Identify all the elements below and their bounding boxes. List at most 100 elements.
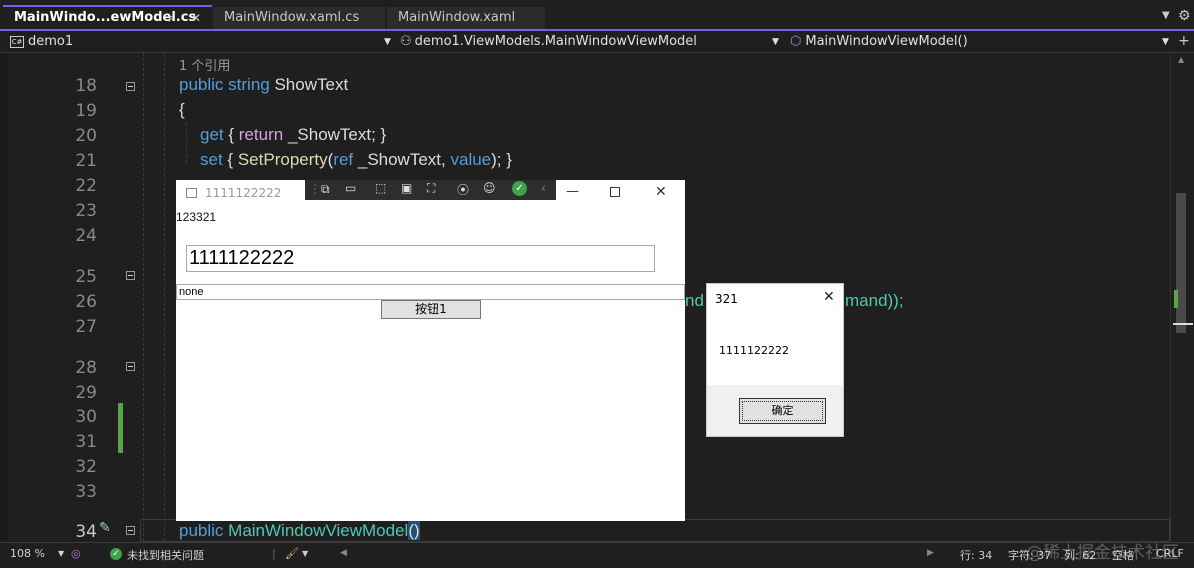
app-icon xyxy=(186,188,197,198)
record-icon[interactable]: ▭ xyxy=(345,181,356,195)
line-number: 28 xyxy=(75,358,97,378)
pin-icon[interactable]: ⊧ xyxy=(168,7,174,29)
tab-mainwindowviewmodel[interactable]: MainWindo...ewModel.cs ⊧ ✕ xyxy=(3,5,212,29)
code-line-19[interactable]: { xyxy=(179,100,185,120)
chevron-down-icon: ▼ xyxy=(772,37,779,47)
check-icon[interactable]: ✓ xyxy=(512,181,527,196)
tab-dropdown-icon[interactable]: ▼ xyxy=(1162,10,1170,21)
messagebox-text: 1111122222 xyxy=(719,344,789,357)
close-icon[interactable]: ✕ xyxy=(823,289,835,305)
top-label: 123321 xyxy=(176,210,217,224)
tab-mainwindow-xaml-cs[interactable]: MainWindow.xaml.cs xyxy=(213,7,385,29)
minimize-icon[interactable]: — xyxy=(566,184,579,199)
collapse-icon[interactable] xyxy=(126,526,135,535)
method-icon: ⬡ xyxy=(790,34,802,49)
line-number: 20 xyxy=(75,126,97,146)
maximize-icon[interactable] xyxy=(610,187,620,197)
collapse-icon[interactable] xyxy=(126,271,135,280)
code-fragment[interactable]: mand)); xyxy=(845,291,904,311)
code-line-34[interactable]: public MainWindowViewModel() xyxy=(179,521,420,541)
tab-mainwindow-xaml[interactable]: MainWindow.xaml xyxy=(387,7,545,29)
left-margin xyxy=(0,53,8,541)
collapse-icon[interactable] xyxy=(126,82,135,91)
line-number: 22 xyxy=(75,176,97,196)
chevron-down-icon: ▼ xyxy=(1162,37,1169,47)
message-box[interactable]: 321 ✕ 1111122222 确定 xyxy=(706,283,844,437)
chevron-down-icon[interactable]: ▼ xyxy=(58,549,64,558)
accessibility-icon[interactable]: ☺ xyxy=(483,181,496,195)
button-1[interactable]: 按钮1 xyxy=(381,300,481,319)
split-editor-icon[interactable]: + xyxy=(1178,33,1190,49)
scroll-right-icon[interactable]: ▶ xyxy=(927,548,934,558)
code-line-20[interactable]: get { return _ShowText; } xyxy=(200,125,386,145)
line-number: 31 xyxy=(75,432,97,452)
line-number: 32 xyxy=(75,457,97,477)
caret-marker xyxy=(1173,323,1193,325)
messagebox-title: 321 xyxy=(715,292,738,306)
collapse-toolbar-icon[interactable]: ‹ xyxy=(541,181,546,195)
collapse-icon[interactable] xyxy=(126,362,135,371)
live-tree-icon[interactable]: ⧉ xyxy=(321,182,330,197)
line-number-current: 34 xyxy=(75,522,97,542)
binding-failures-icon[interactable]: ⦿ xyxy=(457,181,469,198)
ok-button[interactable]: 确定 xyxy=(739,398,826,424)
status-bar: 108 % ▼ ◎ ✓ 未找到相关问题 | 🖌 ▼ ◀ ▶ 行: 34 字符: … xyxy=(0,542,1194,568)
grip-icon[interactable]: ⋮ xyxy=(309,182,321,196)
line-number: 25 xyxy=(75,267,97,287)
scroll-up-icon[interactable]: ▲ xyxy=(1178,55,1184,64)
line-indicator[interactable]: 行: 34 xyxy=(960,547,992,563)
close-icon[interactable]: ✕ xyxy=(191,7,201,29)
indent-guide xyxy=(143,53,144,541)
change-marker xyxy=(1174,290,1178,308)
watermark: @稀土掘金技术社区 xyxy=(1026,543,1179,563)
divider: | xyxy=(272,547,276,560)
line-number: 23 xyxy=(75,201,97,221)
line-number: 27 xyxy=(75,317,97,337)
indent-guide xyxy=(164,53,165,541)
document-tab-bar: MainWindo...ewModel.cs ⊧ ✕ MainWindow.xa… xyxy=(0,0,1194,31)
wpf-app-window[interactable]: 1111122222 ⋮ ⧉ ▭ ⬚ ▣ ⛶ ⦿ ☺ ✓ ‹ — ✕ 12332… xyxy=(176,180,685,521)
class-icon: ⚇ xyxy=(400,34,412,49)
brush-icon[interactable]: 🖌 xyxy=(285,547,299,560)
code-fragment[interactable]: nd xyxy=(685,291,704,311)
code-line-18[interactable]: public string ShowText xyxy=(179,75,348,95)
window-title: 1111122222 xyxy=(205,186,282,200)
change-bar xyxy=(118,403,123,453)
reference-hint[interactable]: 1 个引用 xyxy=(179,55,230,74)
line-number: 30 xyxy=(75,407,97,427)
member-label: MainWindowViewModel() xyxy=(805,34,968,49)
code-line-21[interactable]: set { SetProperty(ref _ShowText, value);… xyxy=(200,150,512,170)
chevron-down-icon[interactable]: ▼ xyxy=(302,549,308,558)
track-focus-icon[interactable]: ⛶ xyxy=(427,181,435,196)
line-number: 21 xyxy=(75,151,97,171)
main-textbox[interactable]: 1111122222 xyxy=(186,245,655,272)
line-number: 33 xyxy=(75,482,97,502)
project-label: demo1 xyxy=(28,34,74,49)
project-dropdown[interactable]: C# demo1 ▼ xyxy=(10,33,394,51)
line-number: 24 xyxy=(75,226,97,246)
line-number: 26 xyxy=(75,292,97,312)
close-icon[interactable]: ✕ xyxy=(655,184,667,200)
chevron-down-icon: ▼ xyxy=(384,37,391,47)
window-titlebar[interactable]: 1111122222 ⋮ ⧉ ▭ ⬚ ▣ ⛶ ⦿ ☺ ✓ ‹ — ✕ xyxy=(176,180,685,207)
csharp-project-icon: C# xyxy=(10,35,24,48)
member-dropdown[interactable]: ⬡ MainWindowViewModel() ▼ xyxy=(790,33,1174,51)
zoom-level[interactable]: 108 % xyxy=(10,547,45,560)
class-label: demo1.ViewModels.MainWindowViewModel xyxy=(414,34,697,49)
navigation-bar: C# demo1 ▼ ⚇ demo1.ViewModels.MainWindowVi… xyxy=(0,31,1194,53)
no-issues-icon: ✓ xyxy=(110,548,122,560)
line-number: 19 xyxy=(75,101,97,121)
indent-guide xyxy=(186,123,187,163)
vertical-scrollbar[interactable]: ▲ xyxy=(1170,53,1194,541)
select-element-icon[interactable]: ⬚ xyxy=(375,181,386,195)
class-dropdown[interactable]: ⚇ demo1.ViewModels.MainWindowViewModel ▼ xyxy=(400,33,784,51)
quick-action-icon[interactable]: ✎ xyxy=(99,520,111,536)
combo-box[interactable]: none xyxy=(176,284,685,300)
settings-icon[interactable]: ⚙ xyxy=(1178,8,1191,24)
display-adorners-icon[interactable]: ▣ xyxy=(401,181,412,195)
xaml-debug-toolbar: ⋮ ⧉ ▭ ⬚ ▣ ⛶ ⦿ ☺ ✓ ‹ xyxy=(305,180,556,200)
copilot-icon[interactable]: ◎ xyxy=(71,547,81,560)
scroll-left-icon[interactable]: ◀ xyxy=(340,548,347,558)
scrollbar-thumb[interactable] xyxy=(1176,193,1186,333)
issues-text[interactable]: 未找到相关问题 xyxy=(127,547,204,563)
